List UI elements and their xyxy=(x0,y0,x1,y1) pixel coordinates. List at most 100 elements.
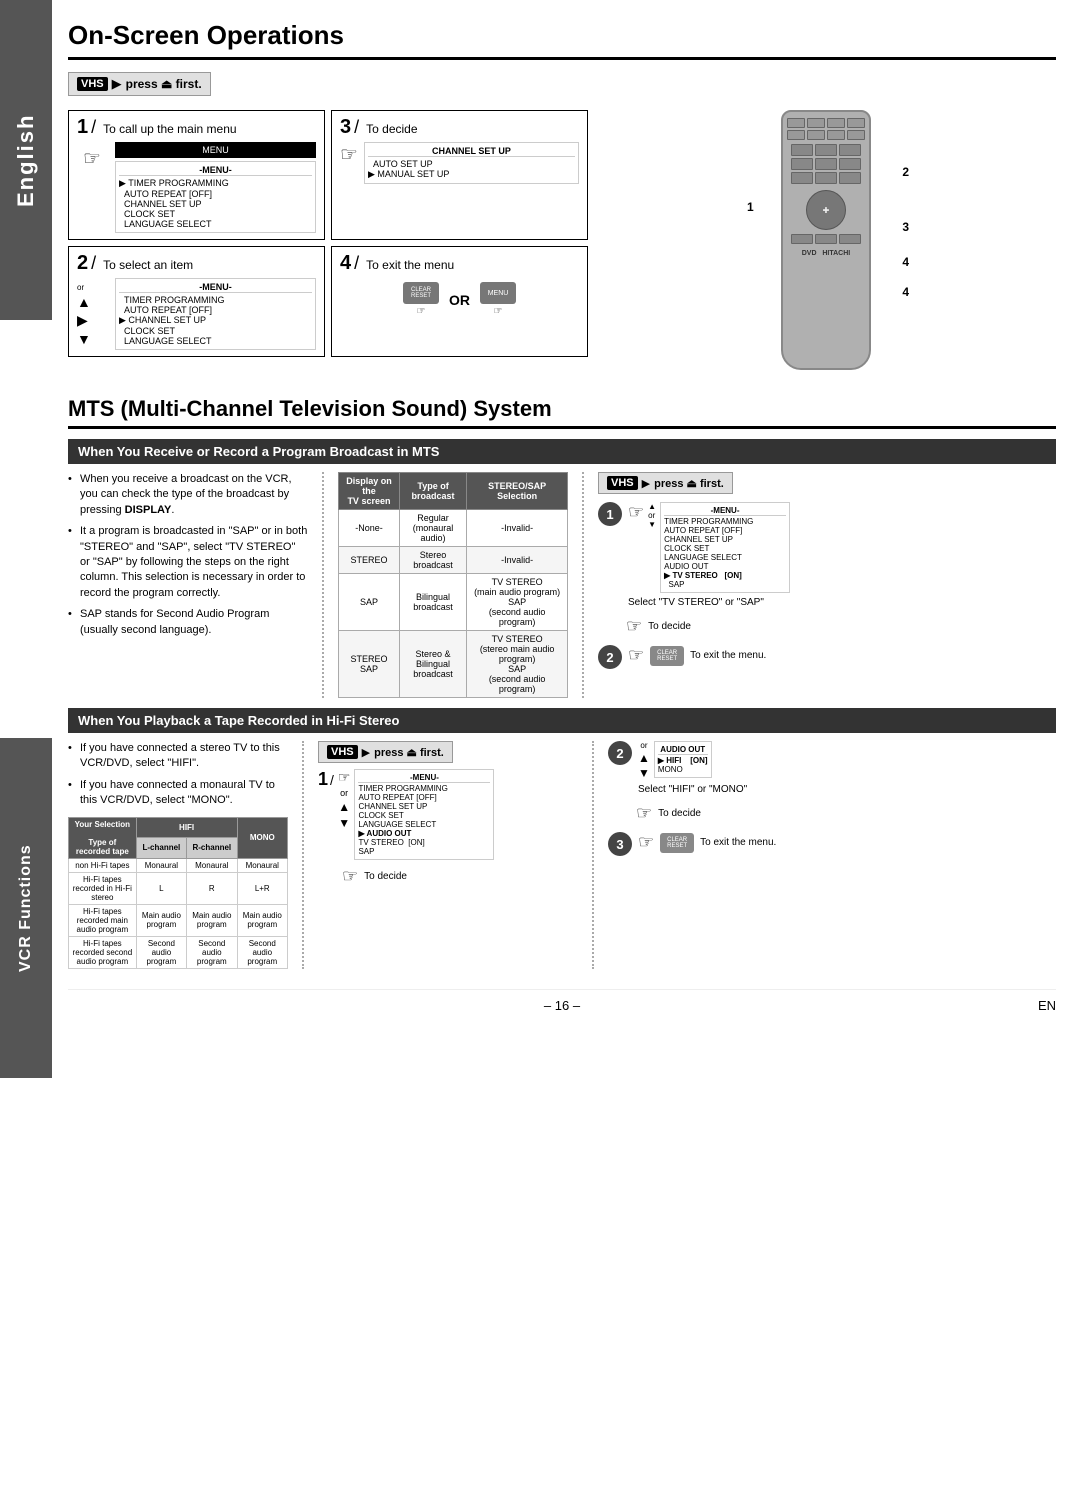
mts-r1-type: Regular(monaural audio) xyxy=(399,510,466,547)
clear-reset-hifi: CLEARRESET xyxy=(660,833,694,853)
or-label: or xyxy=(77,283,84,292)
remote-num-4b: 4 xyxy=(902,285,909,299)
hifi-r2-type: Hi-Fi tapes recorded in Hi-Fi stereo xyxy=(69,872,137,904)
mts-step-2-row: 2 ☞ CLEARRESET To exit the menu. xyxy=(598,645,1056,669)
remote-num-2: 2 xyxy=(902,165,909,179)
mts-step-1-circle: 1 xyxy=(598,502,622,526)
vhs-press-hifi: VHS ▶ press ⏏ first. xyxy=(318,741,453,763)
mts-r2-type: Stereobroadcast xyxy=(399,547,466,574)
hifi-table: Your SelectionType of recorded tape HIFI… xyxy=(68,817,288,969)
step-2-number: 2 xyxy=(77,253,88,273)
hifi-step-3-row: 3 ☞ CLEARRESET To exit the menu. xyxy=(608,832,1056,856)
mts-step-2-content: ☞ CLEARRESET To exit the menu. xyxy=(628,645,1056,666)
arrow-right-2: ▶ xyxy=(77,312,88,329)
remote-num-3: 3 xyxy=(902,220,909,234)
hifi-step-2-arrows: or ▲ ▼ xyxy=(638,741,650,780)
step-1-menu-display: MENU xyxy=(115,142,316,158)
tab-vcr: VCR Functions xyxy=(0,738,52,1078)
hifi-r2-mono: L+R xyxy=(237,872,287,904)
hifi-step-2b-row: ☞ To decide xyxy=(636,803,1056,824)
hifi-step-2-circle: 2 xyxy=(608,741,632,765)
step-2-content: -MENU- TIMER PROGRAMMING AUTO REPEAT [OF… xyxy=(115,278,316,350)
mts-r3-display: SAP xyxy=(339,574,400,631)
mts-row-4: STEREOSAP Stereo &Bilingualbroadcast TV … xyxy=(339,631,568,698)
step-2-label: To select an item xyxy=(103,258,193,272)
mts-bullet-list: When you receive a broadcast on the VCR,… xyxy=(68,472,308,638)
hand-hifi-1: ☞ xyxy=(338,769,351,786)
step-3-label: To decide xyxy=(366,122,417,136)
mts-row-3: SAP Bilingualbroadcast TV STEREO(main au… xyxy=(339,574,568,631)
press-icon-top: ▶ xyxy=(112,76,122,92)
mts-arrow-btn: ▲or▼ xyxy=(648,502,656,529)
mts-step-1-row: 1 ☞ ▲or▼ -MENU- TIMER PROGRAMMING xyxy=(598,502,1056,608)
hand-hifi-decide: ☞ xyxy=(342,866,358,887)
mts-r4-display: STEREOSAP xyxy=(339,631,400,698)
step-1-content: MENU -MENU- ▶ TIMER PROGRAMMING AUTO REP… xyxy=(115,142,316,233)
hifi-step-2-desc: Select "HIFI" or "MONO" xyxy=(638,784,1056,795)
hifi-r3-mono: Main audio program xyxy=(237,904,287,936)
step-3-box: 3 / To decide ☞ CHANNEL SET UP AUTO SET … xyxy=(331,110,588,240)
hand-hifi-3: ☞ xyxy=(638,832,654,853)
mts-steps-right: VHS ▶ press ⏏ first. 1 ☞ ▲or▼ xyxy=(598,472,1056,698)
step-1-menu-title: -MENU- xyxy=(119,165,312,176)
hand-hifi-2b: ☞ xyxy=(636,803,652,824)
mts-bullets: When you receive a broadcast on the VCR,… xyxy=(68,472,308,698)
press-icon-mts: ▶ xyxy=(642,477,650,490)
hifi-r4-type: Hi-Fi tapes recorded second audio progra… xyxy=(69,936,137,968)
mts-r3-sel: TV STEREO(main audio program)SAP(second … xyxy=(467,574,568,631)
vhs-press-bar-top: VHS ▶ press ⏏ first. xyxy=(68,72,211,96)
mts-r2-sel: -Invalid- xyxy=(467,547,568,574)
mts-table-area: Display on theTV screen Type ofbroadcast… xyxy=(338,472,568,698)
mts-bullet-1: When you receive a broadcast on the VCR,… xyxy=(68,472,308,518)
vhs-logo-top: VHS xyxy=(77,77,108,91)
step-4-number: 4 xyxy=(340,253,351,273)
hifi-r1-r: Monaural xyxy=(187,858,237,872)
hifi-bullet-list: If you have connected a stereo TV to thi… xyxy=(68,741,288,809)
steps-left: 1 / To call up the main menu ☞ MENU xyxy=(68,110,588,380)
remote-num-1: 1 xyxy=(747,200,754,214)
hifi-bullet-1: If you have connected a stereo TV to thi… xyxy=(68,741,288,772)
dotted-sep-hifi-1 xyxy=(302,741,304,969)
step-3-number: 3 xyxy=(340,117,351,137)
hifi-bullets: If you have connected a stereo TV to thi… xyxy=(68,741,288,969)
mts-row-1: -None- Regular(monaural audio) -Invalid- xyxy=(339,510,568,547)
dotted-sep-hifi-2 xyxy=(592,741,594,969)
mts-step-2-desc: To exit the menu. xyxy=(690,650,766,661)
hifi-step-1-num: 1 xyxy=(318,769,328,790)
step-4-label: To exit the menu xyxy=(366,258,454,272)
mts-r4-sel: TV STEREO(stereo main audio program)SAP(… xyxy=(467,631,568,698)
page-en: EN xyxy=(1038,998,1056,1013)
hifi-content: If you have connected a stereo TV to thi… xyxy=(68,741,1056,969)
hifi-col-l: L-channel xyxy=(136,838,186,859)
press-icon-hifi: ▶ xyxy=(362,746,370,759)
hifi-col-mono: MONO xyxy=(237,817,287,858)
hifi-col-type: Your SelectionType of recorded tape xyxy=(69,817,137,858)
dotted-sep-2 xyxy=(582,472,584,698)
hifi-nav-arrows: ☞ or ▲ ▼ xyxy=(338,769,351,830)
or-text-4: OR xyxy=(449,292,470,308)
hifi-step-2-box: AUDIO OUT ▶ HIFI [ON] MONO xyxy=(654,741,712,778)
mts-section: MTS (Multi-Channel Television Sound) Sys… xyxy=(68,396,1056,969)
mts-subsection1-header: When You Receive or Record a Program Bro… xyxy=(68,439,1056,464)
press-text-mts: press ⏏ first. xyxy=(654,477,724,490)
mts-step-1-content: ☞ ▲or▼ -MENU- TIMER PROGRAMMING AUTO REP… xyxy=(628,502,1056,608)
page-container: English VCR Functions On-Screen Operatio… xyxy=(0,0,1080,1487)
hifi-section: When You Playback a Tape Recorded in Hi-… xyxy=(68,708,1056,969)
hifi-row-3: Hi-Fi tapes recorded main audio program … xyxy=(69,904,288,936)
clear-reset-mts: CLEARRESET xyxy=(650,646,684,666)
steps-area: 1 / To call up the main menu ☞ MENU xyxy=(68,110,1056,380)
on-screen-title: On-Screen Operations xyxy=(68,20,1056,60)
step-4-clear: CLEARRESET ☞ xyxy=(403,282,439,317)
hifi-subsection-header: When You Playback a Tape Recorded in Hi-… xyxy=(68,708,1056,733)
step-1-number: 1 xyxy=(77,117,88,137)
hifi-r3-type: Hi-Fi tapes recorded main audio program xyxy=(69,904,137,936)
mts-col-type: Type ofbroadcast xyxy=(399,473,466,510)
step-3-content: CHANNEL SET UP AUTO SET UP ▶ MANUAL SET … xyxy=(364,142,579,184)
step-1-box: 1 / To call up the main menu ☞ MENU xyxy=(68,110,325,240)
hifi-r4-r: Second audio program xyxy=(187,936,237,968)
hifi-step-2-row: 2 or ▲ ▼ AUDIO OUT xyxy=(608,741,1056,795)
hifi-steps-right: 2 or ▲ ▼ AUDIO OUT xyxy=(608,741,1056,969)
mts-step-2-circle: 2 xyxy=(598,645,622,669)
hifi-r1-l: Monaural xyxy=(136,858,186,872)
hifi-row-1: non Hi-Fi tapes Monaural Monaural Monaur… xyxy=(69,858,288,872)
